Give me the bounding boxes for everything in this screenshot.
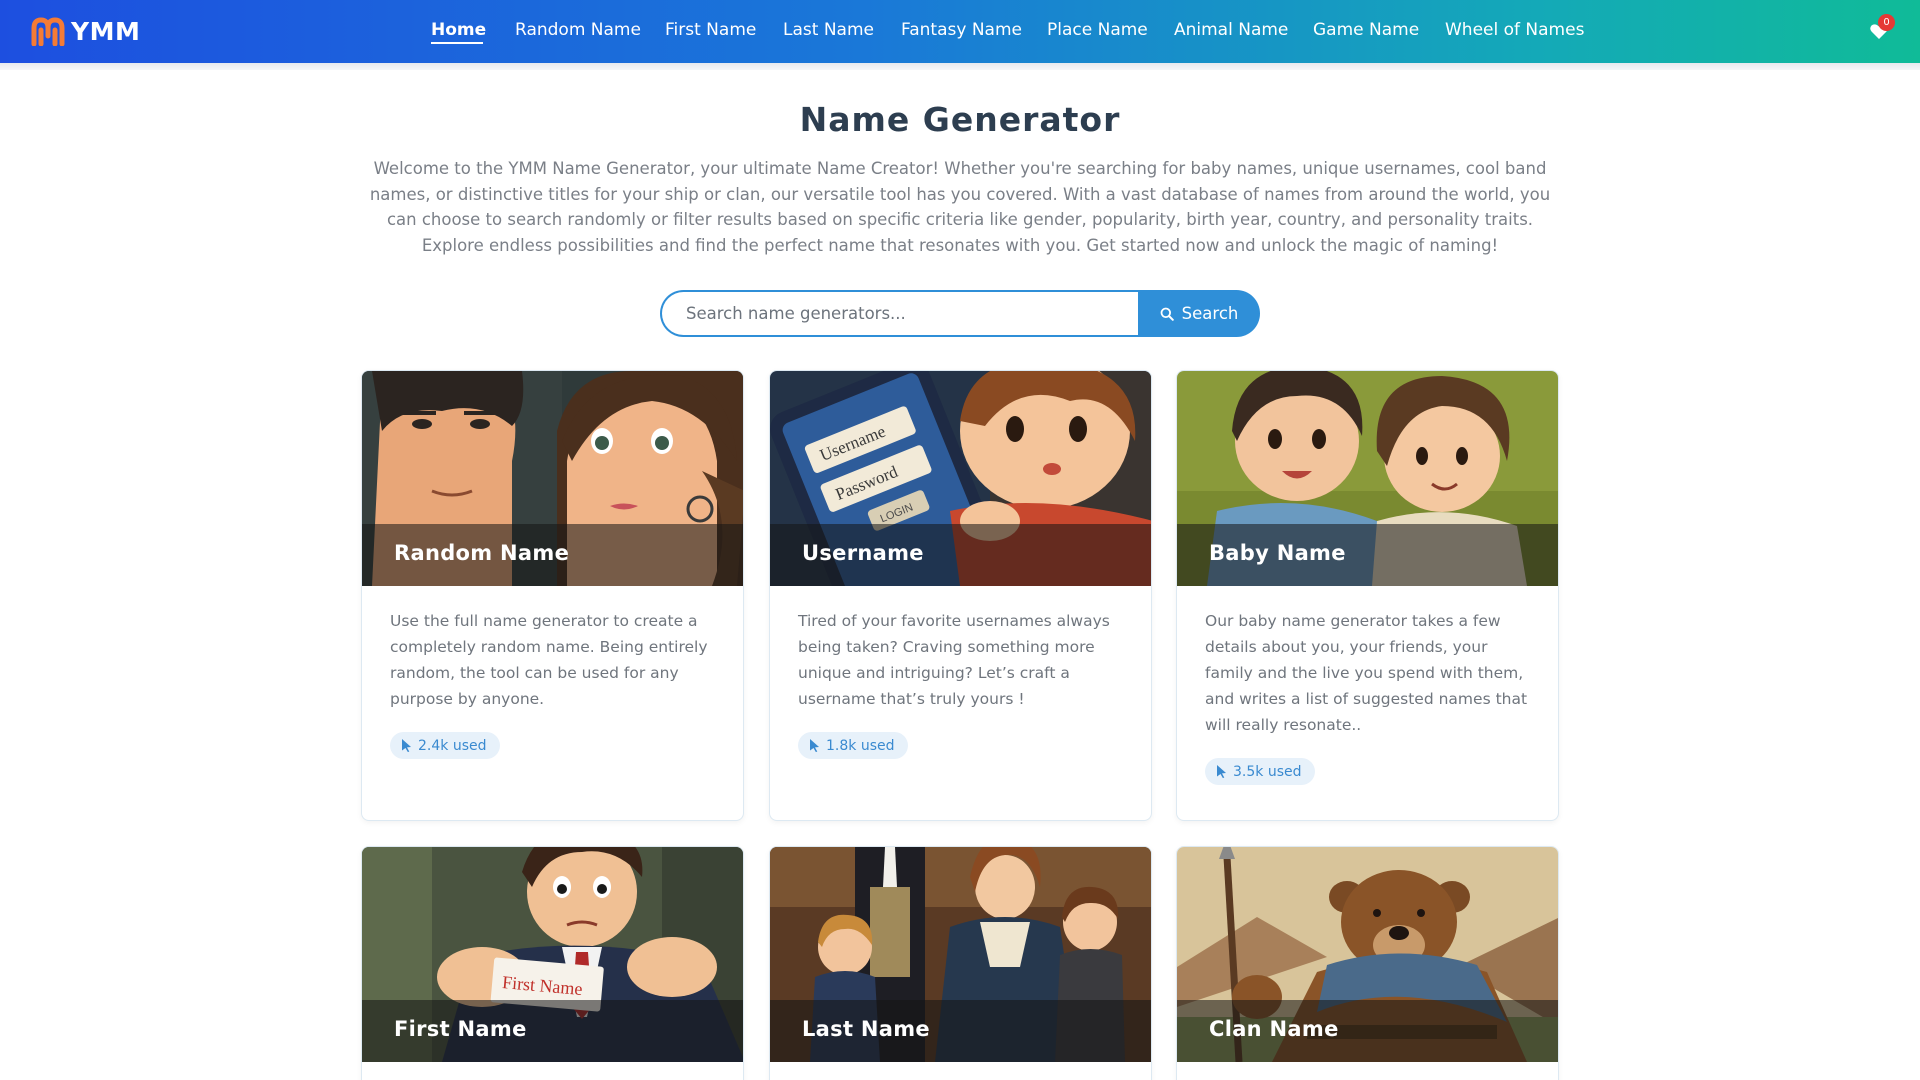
card-baby-name[interactable]: Baby Name Our baby name generator takes … [1176,370,1559,821]
nav-random-name[interactable]: Random Name [515,20,641,40]
search-button-label: Search [1181,304,1239,323]
nav-game-name[interactable]: Game Name [1313,20,1419,40]
card-first-name[interactable]: First Name First Name [361,846,744,1080]
card-description: Use the full name generator to create a … [390,612,708,708]
nav-home[interactable]: Home [431,20,486,40]
card-description: Our baby name generator takes a few deta… [1205,612,1528,734]
pointer-icon [402,739,411,752]
nav-fantasy-name[interactable]: Fantasy Name [901,20,1022,40]
card-title: Random Name [362,524,743,586]
card-image-random-name: Random Name [362,371,743,586]
search-input[interactable] [660,290,1138,337]
card-random-name[interactable]: Random Name Use the full name generator … [361,370,744,821]
card-title: Clan Name [1177,1000,1558,1062]
card-title: Username [770,524,1151,586]
usage-count: 2.4k used [418,737,487,754]
cart-count-badge: 0 [1878,14,1895,31]
nav-first-name[interactable]: First Name [665,20,756,40]
intro-paragraph: Welcome to the YMM Name Generator, your … [369,159,1551,255]
card-clan-name[interactable]: Clan Name [1176,846,1559,1080]
nav-animal-name[interactable]: Animal Name [1174,20,1288,40]
usage-badge: 1.8k used [798,732,908,759]
card-image-clan-name: Clan Name [1177,847,1558,1062]
search-bar: Search [660,290,1260,337]
header-divider [0,63,1920,70]
main-nav: Home Random Name First Name Last Name Fa… [0,0,1920,63]
nav-last-name[interactable]: Last Name [783,20,874,40]
pointer-icon [1217,765,1226,778]
nav-active-indicator [431,42,483,44]
usage-badge: 2.4k used [390,732,500,759]
card-title: Last Name [770,1000,1151,1062]
card-image-baby-name: Baby Name [1177,371,1558,586]
usage-badge: 3.5k used [1205,758,1315,785]
card-title: Baby Name [1177,524,1558,586]
card-username[interactable]: Username Password LOGIN Username Tired o… [769,370,1152,821]
search-icon [1160,307,1174,321]
pointer-icon [810,739,819,752]
card-image-last-name: Last Name [770,847,1151,1062]
page-title: Name Generator [799,100,1121,139]
usage-count: 1.8k used [826,737,895,754]
nav-place-name[interactable]: Place Name [1047,20,1148,40]
card-title: First Name [362,1000,743,1062]
card-last-name[interactable]: Last Name [769,846,1152,1080]
card-image-first-name: First Name First Name [362,847,743,1062]
card-image-username: Username Password LOGIN Username [770,371,1151,586]
usage-count: 3.5k used [1233,763,1302,780]
search-button[interactable]: Search [1138,290,1260,337]
card-description: Tired of your favorite usernames always … [798,612,1110,708]
nav-wheel-of-names[interactable]: Wheel of Names [1445,20,1584,40]
